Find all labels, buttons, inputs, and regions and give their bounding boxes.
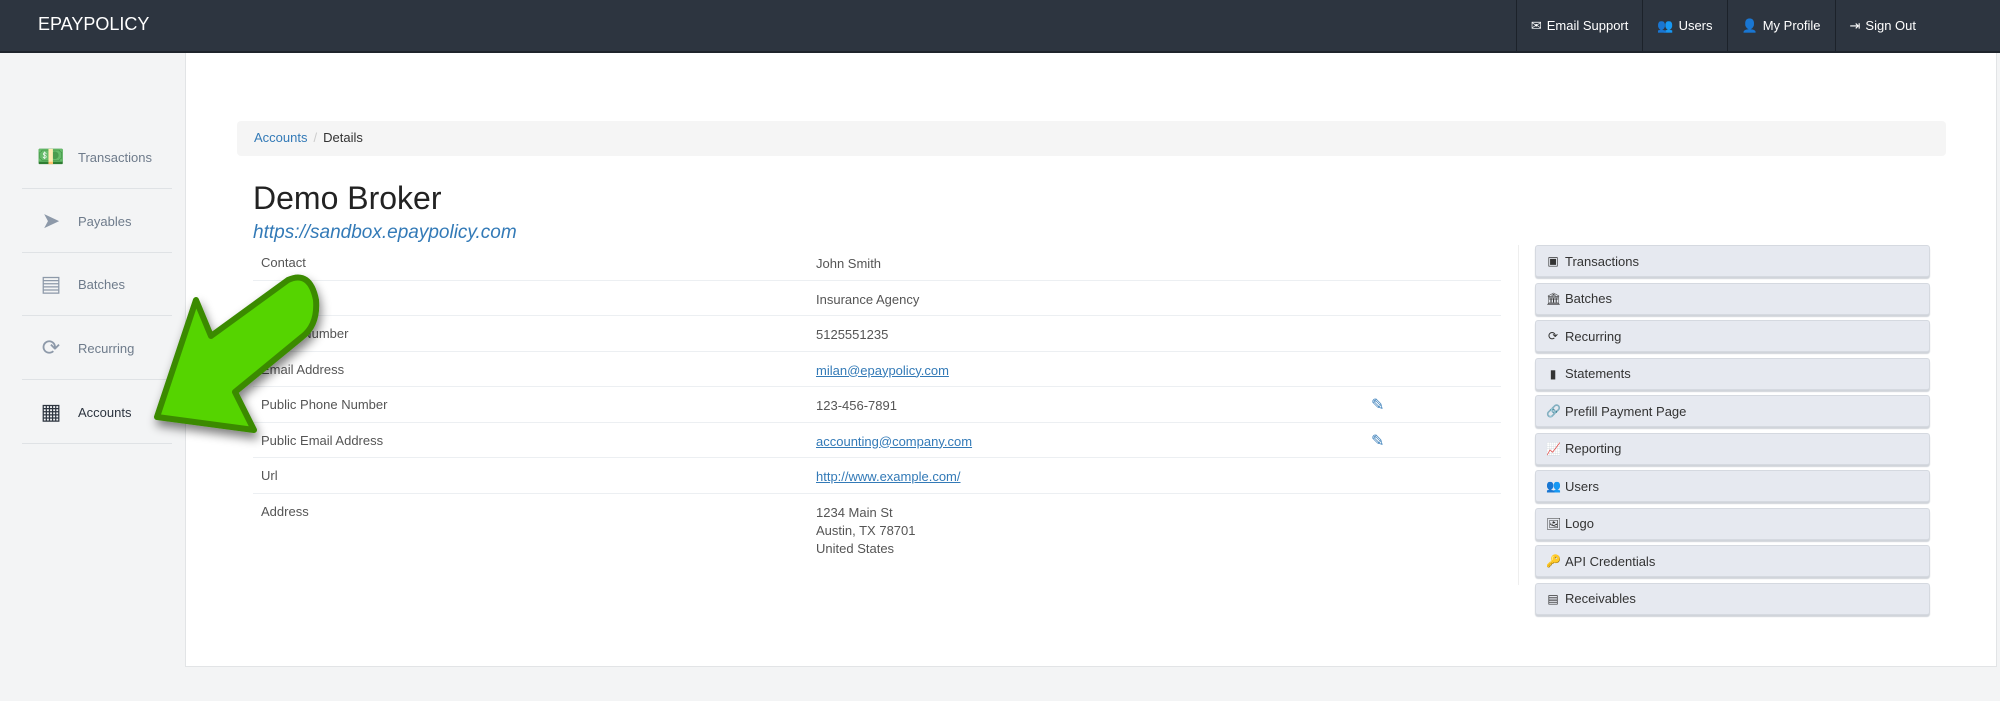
prefill-payment-page-button[interactable]: 🔗 Prefill Payment Page — [1535, 395, 1930, 427]
money-icon: 💵 — [37, 144, 65, 169]
sidebar-item-label: Accounts — [78, 404, 132, 420]
receivables-button[interactable]: ▤ Receivables — [1535, 582, 1930, 615]
divider — [1518, 245, 1519, 585]
sidebar-item-transactions[interactable]: 💵 Transactions — [22, 126, 172, 189]
button-label: Users — [1565, 478, 1599, 494]
user-icon: 👤 — [1741, 17, 1758, 33]
table-row: Public Email Address accounting@company.c… — [253, 423, 1501, 458]
refresh-icon: ⟳ — [41, 335, 61, 360]
button-label: Statements — [1565, 366, 1631, 381]
sign-out-label: Sign Out — [1865, 18, 1916, 33]
row-label: Phone Number — [261, 326, 349, 341]
address-line: Austin, TX 78701 — [816, 522, 916, 538]
envelope-icon: ✉ — [1530, 17, 1542, 33]
bank-icon: 🏛 — [1546, 291, 1562, 306]
table-row: Phone Number 5125551235 — [253, 316, 1501, 352]
email-support-link[interactable]: ✉ Email Support — [1515, 0, 1643, 51]
address-line: 1234 Main St — [816, 504, 893, 520]
button-label: Transactions — [1565, 253, 1639, 269]
row-label: Public Email Address — [261, 432, 384, 448]
button-label: Receivables — [1565, 591, 1636, 606]
row-label: Url — [261, 468, 278, 483]
table-row: Category Insurance Agency — [253, 281, 1501, 316]
table-row: Email Address milan@epaypolicy.com — [253, 352, 1501, 387]
users-icon: 👥 — [1546, 479, 1561, 493]
row-value: 5125551235 — [816, 327, 889, 342]
sidebar-item-batches[interactable]: ▤ Batches — [22, 253, 172, 316]
key-icon: 🔑 — [1546, 554, 1561, 568]
row-label: Contact — [261, 255, 306, 270]
statements-button[interactable]: ▮ Statements — [1535, 357, 1930, 390]
refresh-icon: ⟳ — [1547, 329, 1559, 343]
table-row: Address 1234 Main St Austin, TX 78701 Unite… — [253, 494, 1501, 566]
line-chart-icon: 📈 — [1546, 441, 1561, 456]
edit-pencil-icon[interactable]: ✎ — [1371, 395, 1384, 415]
row-value: 123-456-7891 — [816, 398, 897, 413]
breadcrumb-accounts-link[interactable]: Accounts — [254, 130, 307, 145]
table-row: Contact John Smith — [253, 245, 1501, 281]
sidebar-item-label: Transactions — [78, 149, 152, 165]
public-email-link[interactable]: accounting@company.com — [816, 434, 972, 449]
link-icon: 🔗 — [1546, 404, 1561, 418]
money-icon: ▣ — [1547, 254, 1559, 268]
logo-button[interactable]: 🖼 Logo — [1535, 507, 1930, 540]
account-actions: ▣ Transactions 🏛 Batches ⟳ Recurring ▮ State… — [1535, 245, 1930, 620]
reporting-button[interactable]: 📈 Reporting — [1535, 432, 1930, 465]
cash-register-icon: ▤ — [1547, 591, 1559, 606]
website-link[interactable]: http://www.example.com/ — [816, 469, 961, 484]
my-profile-link[interactable]: 👤 My Profile — [1726, 0, 1835, 51]
users-link[interactable]: 👥 Users — [1642, 0, 1726, 51]
account-url[interactable]: https://sandbox.epaypolicy.com — [253, 222, 517, 244]
batches-button[interactable]: 🏛 Batches — [1535, 282, 1930, 315]
email-support-label: Email Support — [1546, 18, 1629, 33]
button-label: Recurring — [1565, 328, 1622, 344]
button-label: Logo — [1565, 516, 1594, 531]
users-label: Users — [1678, 18, 1713, 33]
paper-plane-icon: ➤ — [41, 208, 61, 233]
sidebar-item-accounts[interactable]: ▦ Accounts — [22, 381, 172, 444]
row-label: Email Address — [261, 361, 345, 377]
button-label: Reporting — [1565, 441, 1622, 456]
top-navbar: EPAYPOLICY ✉ Email Support 👥 Users 👤 My Pro… — [0, 0, 2000, 53]
sign-out-link[interactable]: ⇥ Sign Out — [1834, 0, 1931, 51]
edit-pencil-icon[interactable]: ✎ — [1371, 431, 1384, 451]
sign-out-icon: ⇥ — [1849, 17, 1861, 33]
details-table: Contact John Smith Category Insurance Agen… — [253, 245, 1501, 566]
row-value: Insurance Agency — [816, 291, 920, 307]
transactions-button[interactable]: ▣ Transactions — [1535, 245, 1930, 277]
sidebar: 💵 Transactions ➤ Payables ▤ Batches ⟳ Recurr… — [0, 53, 185, 701]
breadcrumb-current: Details — [323, 130, 363, 145]
button-label: Batches — [1565, 291, 1612, 306]
users-icon: 👥 — [1657, 17, 1674, 33]
brand-logo[interactable]: EPAYPOLICY — [38, 14, 149, 35]
row-value: John Smith — [816, 256, 882, 271]
row-label: Category — [261, 290, 314, 306]
email-link[interactable]: milan@epaypolicy.com — [816, 363, 949, 378]
api-credentials-button[interactable]: 🔑 API Credentials — [1535, 545, 1930, 577]
address-value: 1234 Main St Austin, TX 78701 United State… — [816, 504, 916, 558]
table-row: Url http://www.example.com/ — [253, 458, 1501, 494]
building-icon: ▦ — [40, 399, 62, 424]
row-label: Public Phone Number — [261, 397, 388, 412]
table-row: Public Phone Number 123-456-7891 ✎ — [253, 387, 1501, 423]
sidebar-item-label: Batches — [78, 276, 125, 292]
recurring-button[interactable]: ⟳ Recurring — [1535, 320, 1930, 352]
sidebar-item-payables[interactable]: ➤ Payables — [22, 190, 172, 253]
breadcrumb: Accounts / Details — [237, 121, 1946, 156]
file-icon: ▮ — [1549, 366, 1557, 381]
page-title: Demo Broker — [253, 180, 442, 216]
sidebar-item-label: Payables — [78, 213, 132, 229]
sidebar-item-recurring[interactable]: ⟳ Recurring — [22, 317, 172, 380]
row-label: Address — [261, 503, 309, 519]
archive-icon: ▤ — [40, 271, 62, 296]
breadcrumb-separator: / — [313, 130, 318, 145]
my-profile-label: My Profile — [1762, 18, 1821, 33]
button-label: API Credentials — [1565, 553, 1656, 569]
button-label: Prefill Payment Page — [1565, 403, 1687, 419]
address-line: United States — [816, 540, 895, 556]
users-button[interactable]: 👥 Users — [1535, 470, 1930, 502]
image-icon: 🖼 — [1546, 516, 1562, 531]
sidebar-item-label: Recurring — [78, 340, 135, 356]
